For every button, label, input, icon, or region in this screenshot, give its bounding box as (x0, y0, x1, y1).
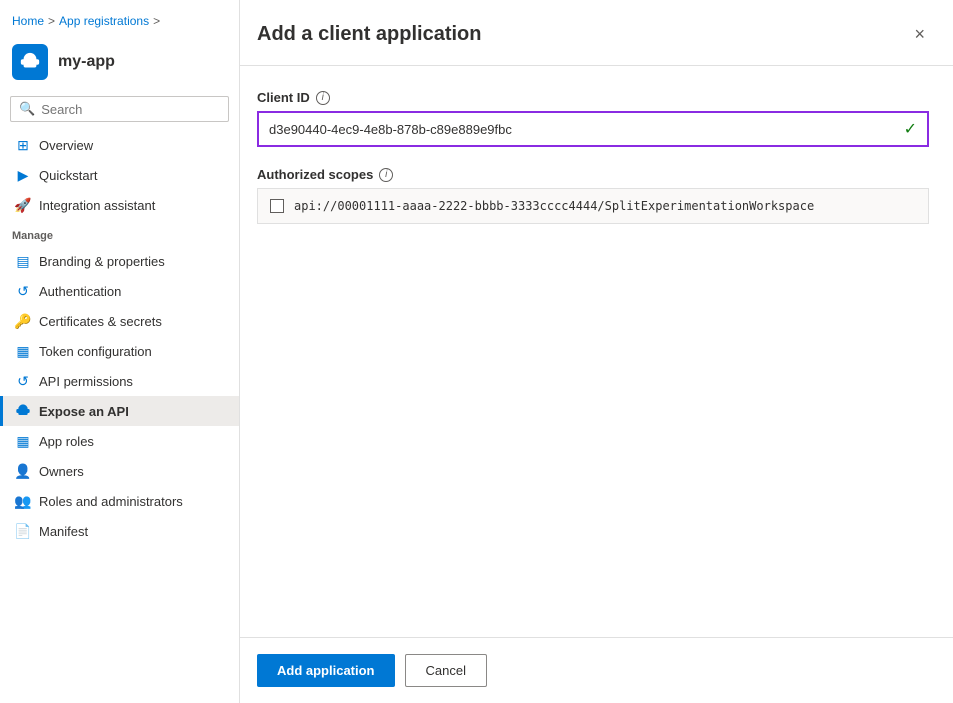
sidebar-item-app-roles[interactable]: ▦ App roles (0, 426, 239, 456)
client-id-input[interactable] (269, 122, 904, 137)
scope-text: api://00001111-aaaa-2222-bbbb-3333cccc44… (294, 199, 814, 213)
sidebar-item-integration-assistant[interactable]: 🚀 Integration assistant (0, 190, 239, 220)
manage-section-label: Manage (0, 220, 239, 246)
panel-header: Add a client application × (240, 0, 953, 66)
search-box[interactable]: 🔍 (10, 96, 229, 122)
sidebar-item-expose-api[interactable]: Expose an API (0, 396, 239, 426)
api-permissions-icon: ↺ (15, 373, 31, 389)
panel-footer: Add application Cancel (240, 637, 953, 703)
app-name: my-app (58, 53, 115, 71)
quickstart-icon: ▶ (15, 167, 31, 183)
breadcrumb-sep1: > (48, 14, 55, 28)
integration-assistant-icon: 🚀 (15, 197, 31, 213)
sidebar-item-authentication-label: Authentication (39, 284, 121, 299)
breadcrumb-sep2: > (153, 14, 160, 28)
breadcrumb-home[interactable]: Home (12, 14, 44, 28)
add-client-panel: Add a client application × Client ID i ✓… (240, 0, 953, 703)
sidebar-item-integration-label: Integration assistant (39, 198, 155, 213)
owners-icon: 👤 (15, 463, 31, 479)
sidebar-item-branding-label: Branding & properties (39, 254, 165, 269)
scope-checkbox[interactable] (270, 199, 284, 213)
sidebar-item-certificates-label: Certificates & secrets (39, 314, 162, 329)
client-id-input-wrapper: ✓ (257, 111, 929, 147)
panel-title: Add a client application (257, 23, 481, 46)
search-icon: 🔍 (19, 101, 35, 117)
app-icon (12, 44, 48, 80)
scope-item: api://00001111-aaaa-2222-bbbb-3333cccc44… (257, 188, 929, 224)
sidebar-item-expose-api-label: Expose an API (39, 404, 129, 419)
client-id-label: Client ID i (257, 90, 929, 105)
sidebar-item-owners-label: Owners (39, 464, 84, 479)
app-header: my-app (0, 36, 239, 92)
sidebar-item-app-roles-label: App roles (39, 434, 94, 449)
sidebar-item-quickstart-label: Quickstart (39, 168, 98, 183)
sidebar-item-overview-label: Overview (39, 138, 93, 153)
sidebar-item-authentication[interactable]: ↺ Authentication (0, 276, 239, 306)
authentication-icon: ↺ (15, 283, 31, 299)
sidebar-item-certificates[interactable]: 🔑 Certificates & secrets (0, 306, 239, 336)
sidebar-item-owners[interactable]: 👤 Owners (0, 456, 239, 486)
sidebar-item-branding[interactable]: ▤ Branding & properties (0, 246, 239, 276)
search-input[interactable] (41, 102, 220, 117)
sidebar-item-overview[interactable]: ⊞ Overview (0, 130, 239, 160)
sidebar-item-api-permissions[interactable]: ↺ API permissions (0, 366, 239, 396)
sidebar-item-manifest-label: Manifest (39, 524, 88, 539)
client-id-info-icon[interactable]: i (316, 91, 330, 105)
validation-check-icon: ✓ (904, 119, 917, 139)
panel-body: Client ID i ✓ Authorized scopes i api://… (240, 66, 953, 637)
sidebar: Home > App registrations > my-app 🔍 ⊞ Ov… (0, 0, 240, 703)
add-application-button[interactable]: Add application (257, 654, 395, 687)
manifest-icon: 📄 (15, 523, 31, 539)
token-config-icon: ▦ (15, 343, 31, 359)
certificates-icon: 🔑 (15, 313, 31, 329)
sidebar-item-token-config[interactable]: ▦ Token configuration (0, 336, 239, 366)
authorized-scopes-info-icon[interactable]: i (379, 168, 393, 182)
branding-icon: ▤ (15, 253, 31, 269)
expose-api-icon (15, 403, 31, 419)
sidebar-item-api-permissions-label: API permissions (39, 374, 133, 389)
roles-admins-icon: 👥 (15, 493, 31, 509)
authorized-scopes-label: Authorized scopes i (257, 167, 929, 182)
sidebar-item-quickstart[interactable]: ▶ Quickstart (0, 160, 239, 190)
overview-icon: ⊞ (15, 137, 31, 153)
cancel-button[interactable]: Cancel (405, 654, 487, 687)
close-button[interactable]: × (910, 20, 929, 49)
breadcrumb: Home > App registrations > (0, 0, 239, 36)
app-roles-icon: ▦ (15, 433, 31, 449)
sidebar-item-manifest[interactable]: 📄 Manifest (0, 516, 239, 546)
sidebar-item-roles-admins[interactable]: 👥 Roles and administrators (0, 486, 239, 516)
main-area: Add a client application × Client ID i ✓… (240, 0, 953, 703)
app-title-group: my-app (58, 53, 115, 71)
breadcrumb-app-registrations[interactable]: App registrations (59, 14, 149, 28)
sidebar-item-token-label: Token configuration (39, 344, 152, 359)
sidebar-item-roles-admins-label: Roles and administrators (39, 494, 183, 509)
